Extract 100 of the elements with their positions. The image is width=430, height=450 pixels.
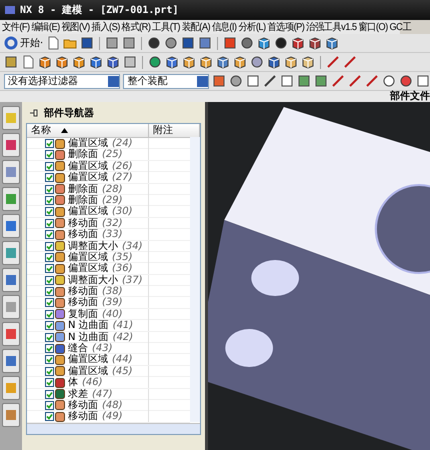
checkbox[interactable] [45,332,54,342]
resource-bar-tab[interactable] [2,403,20,427]
cube-icon[interactable] [199,55,213,69]
checkbox[interactable] [45,207,54,216]
resource-bar-tab[interactable] [2,241,20,265]
circle-icon[interactable] [164,36,178,50]
cube-icon[interactable] [233,55,247,69]
checkbox[interactable] [45,184,54,194]
circle-icon[interactable] [274,36,288,50]
assembly-scope-dropdown[interactable]: 整个装配 [123,74,209,88]
cube-icon[interactable] [89,55,103,69]
checkbox[interactable] [45,218,54,228]
menu-item[interactable]: 编辑(E) [31,20,60,34]
menu-item[interactable]: 工具(T) [152,20,180,34]
tree-item[interactable]: 删除面 (25) [27,149,149,160]
resource-bar-tab[interactable] [2,187,20,211]
checkbox[interactable] [45,390,54,399]
resource-bar-tab[interactable] [2,214,20,238]
checkbox[interactable] [45,264,54,274]
square-icon[interactable] [4,55,18,69]
line-icon[interactable] [343,55,357,69]
resource-bar-tab[interactable] [2,349,20,373]
selection-filter-dropdown[interactable]: 没有选择过滤器 [4,74,120,88]
tree-item[interactable]: 复制面 (40) [27,308,149,320]
cube-icon[interactable] [72,55,86,69]
cube-icon[interactable] [301,55,315,69]
checkbox[interactable] [45,366,54,376]
cube-icon[interactable] [55,55,69,69]
tree-item[interactable]: 移动面 (39) [27,297,149,308]
menu-item[interactable]: 首选项(P) [267,20,304,34]
cube-icon[interactable] [38,55,52,69]
square-icon[interactable] [123,55,137,69]
square-icon[interactable] [223,36,238,50]
cube-icon[interactable] [267,55,281,69]
pin-icon[interactable] [30,109,38,117]
tree-item[interactable]: 偏置区域 (35) [27,252,149,263]
resource-bar-tab[interactable] [2,106,20,130]
resource-bar-tab[interactable] [2,133,20,157]
checkbox[interactable] [45,344,54,354]
tree-item[interactable]: 调整面大小 (37) [27,274,149,286]
checkbox[interactable] [45,298,54,308]
square-icon[interactable] [280,74,294,88]
menu-item[interactable]: 信息(I) [212,20,236,34]
square-icon[interactable] [122,36,136,50]
cube-icon[interactable] [216,55,230,69]
page-icon[interactable] [46,36,60,50]
menu-item[interactable]: 文件(F) [2,20,30,34]
tree-item[interactable]: N 边曲面 (42) [27,332,149,343]
checkbox[interactable] [45,355,54,364]
square-icon[interactable] [105,36,120,50]
cube-icon[interactable] [284,55,298,69]
circle-icon[interactable] [399,74,413,88]
tree-item[interactable]: 删除面 (28) [27,184,149,195]
checkbox[interactable] [45,252,54,262]
cube-icon[interactable] [308,36,322,50]
menu-item[interactable]: GC工 [390,20,412,34]
line-icon[interactable] [331,74,345,88]
checkbox[interactable] [45,310,54,319]
checkbox[interactable] [45,173,54,182]
tree-item[interactable]: 移动面 (38) [27,286,149,298]
resource-bar-tab[interactable] [2,376,20,400]
menu-item[interactable]: 视图(V) [62,20,90,34]
tree-item[interactable]: 偏置区域 (27) [27,172,149,184]
tree-item[interactable]: 移动面 (32) [27,218,149,229]
square-icon[interactable] [181,36,196,50]
tree-item[interactable]: 移动面 (49) [27,411,149,422]
checkbox[interactable] [45,412,54,422]
circle-icon[interactable] [147,36,162,50]
tree-item[interactable]: 求差 (47) [27,388,149,400]
tree-item[interactable]: 偏置区域 (30) [27,206,149,218]
checkbox[interactable] [45,150,54,160]
page-icon[interactable] [21,55,35,69]
cube-icon[interactable] [106,55,120,69]
checkbox[interactable] [45,378,54,388]
checkbox[interactable] [45,139,54,148]
horizontal-scrollbar[interactable] [27,423,200,434]
square-icon[interactable] [297,74,311,88]
menu-item[interactable]: 窗口(O) [358,20,388,34]
line-icon[interactable] [348,74,362,88]
square-icon[interactable] [314,74,328,88]
checkbox[interactable] [45,400,54,410]
checkbox[interactable] [45,196,54,205]
square-icon[interactable] [198,36,212,50]
checkbox[interactable] [45,321,54,330]
cube-icon[interactable] [257,36,272,50]
square-icon[interactable] [80,36,94,50]
cube-icon[interactable] [291,36,306,50]
cube-icon[interactable] [182,55,196,69]
circle-icon[interactable] [148,55,162,69]
checkbox[interactable] [45,230,54,240]
circle-icon[interactable] [240,36,254,50]
checkbox[interactable] [45,287,54,296]
tree-item[interactable]: 偏置区域 (36) [27,263,149,274]
menu-item[interactable]: 格式(R) [122,20,150,34]
menu-item[interactable]: 插入(S) [92,20,120,34]
checkbox[interactable] [45,242,54,251]
tree-item[interactable]: 偏置区域 (26) [27,160,149,172]
checkbox[interactable] [45,276,54,285]
square-icon[interactable] [246,74,260,88]
column-header[interactable]: 名称 [27,124,149,137]
